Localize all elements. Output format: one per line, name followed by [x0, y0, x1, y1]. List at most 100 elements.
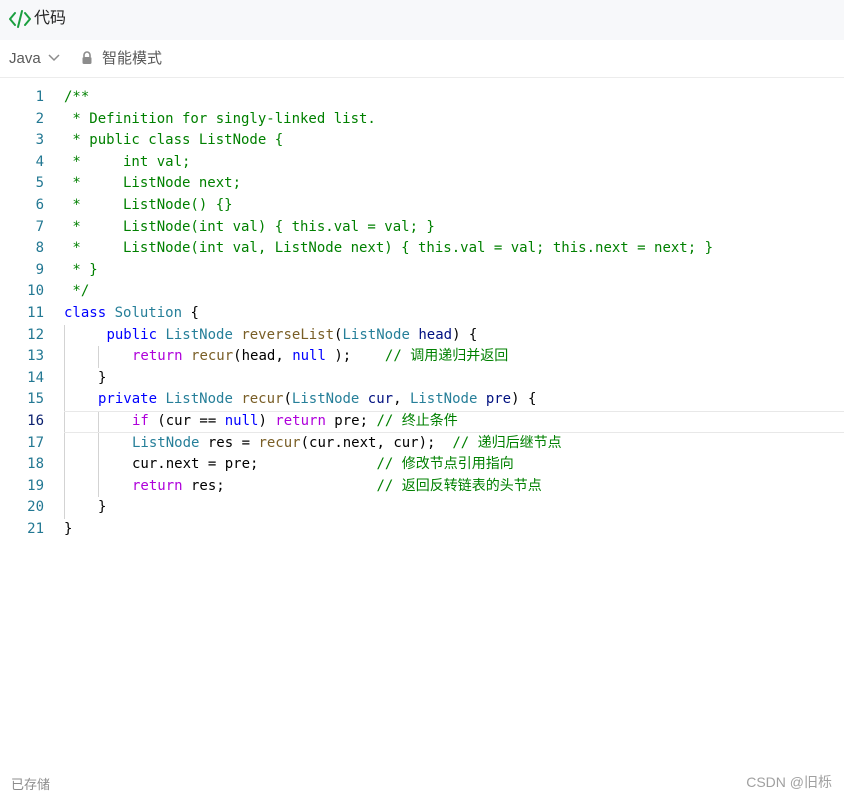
indent-guide: [98, 454, 99, 476]
line-number: 8: [35, 240, 44, 257]
code-text: class Solution {: [64, 303, 199, 325]
code-text: return recur(head, null ); // 调用递归并返回: [132, 346, 508, 368]
code-token: * ListNode next;: [64, 175, 242, 192]
indent-guide: [98, 346, 99, 368]
code-token: class: [64, 304, 107, 321]
code-token: (cur.next, cur);: [300, 434, 453, 451]
code-text: * ListNode(int val) { this.val = val; }: [64, 217, 434, 239]
code-line[interactable]: 5 * ListNode next;: [0, 173, 844, 195]
indent-guide: [64, 454, 65, 476]
code-line[interactable]: 20}: [0, 497, 844, 519]
code-line[interactable]: 19 return res; // 返回反转链表的头节点: [0, 475, 844, 498]
code-token: ,: [393, 391, 410, 408]
code-token: null: [224, 412, 259, 429]
code-token: ListNode: [132, 434, 200, 451]
code-token: ListNode: [409, 391, 478, 408]
code-text: * public class ListNode {: [64, 130, 283, 152]
line-number: 15: [27, 391, 44, 408]
line-number: 7: [35, 218, 44, 235]
indent-guide: [98, 410, 99, 433]
editor-toolbar: Java 智能模式: [0, 40, 844, 78]
indent-guide: [64, 432, 65, 455]
code-line[interactable]: 18 cur.next = pre; // 修改节点引用指向: [0, 454, 844, 476]
code-line[interactable]: 3 * public class ListNode {: [0, 130, 844, 152]
code-line[interactable]: 2 * Definition for singly-linked list.: [0, 109, 844, 131]
code-text: */: [64, 281, 89, 303]
code-line[interactable]: 10 */: [0, 281, 844, 303]
line-number: 12: [27, 326, 44, 343]
line-number: 19: [27, 477, 44, 494]
code-token: recur: [241, 391, 284, 408]
code-token: res;: [182, 477, 377, 494]
code-token: (cur ==: [148, 412, 225, 429]
line-number: 2: [35, 110, 44, 127]
indent-guide: [98, 432, 99, 455]
code-token: // 修改节点引用指向: [376, 456, 514, 473]
code-token: (head,: [233, 348, 293, 365]
indent-guide: [64, 410, 65, 433]
code-token: null: [292, 348, 326, 365]
code-token: // 终止条件: [376, 412, 458, 429]
code-line[interactable]: 9 * }: [0, 260, 844, 282]
code-text: ListNode res = recur(cur.next, cur); // …: [132, 433, 562, 455]
watermark: CSDN @旧栎: [746, 774, 832, 790]
lock-icon: [82, 51, 92, 64]
code-line[interactable]: 16 if (cur == null) return pre; // 终止条件: [0, 410, 844, 433]
chevron-down-icon[interactable]: [48, 53, 60, 63]
code-line[interactable]: 6 * ListNode() {}: [0, 195, 844, 217]
code-token: pre;: [325, 412, 377, 429]
code-line[interactable]: 8 * ListNode(int val, ListNode next) { t…: [0, 238, 844, 260]
line-number: 6: [35, 196, 44, 213]
line-number: 1: [35, 89, 44, 105]
code-line[interactable]: 11 class Solution {: [0, 303, 844, 325]
code-line[interactable]: 1 /**: [0, 87, 844, 109]
code-line[interactable]: 13 return recur(head, null ); // 调用递归并返回: [0, 346, 844, 368]
code-line[interactable]: 21}: [0, 519, 844, 541]
code-token: cur.next = pre;: [132, 456, 377, 473]
code-editor[interactable]: 1 /** 2 * Definition for singly-linked lis…: [0, 87, 844, 540]
code-token: ) {: [452, 326, 478, 343]
language-selector[interactable]: Java: [9, 49, 41, 69]
line-number: 5: [35, 175, 44, 192]
line-number: 17: [27, 434, 44, 451]
code-line[interactable]: 14}: [0, 367, 844, 390]
code-line[interactable]: 15 private ListNode recur(ListNode cur, L…: [0, 389, 844, 411]
indent-guide: [64, 324, 65, 347]
code-token: cur: [367, 391, 394, 408]
code-token: ListNode: [291, 391, 360, 408]
line-number: 14: [27, 369, 44, 386]
code-token: Solution: [114, 304, 183, 321]
code-icon: [9, 10, 31, 28]
smart-mode-toggle[interactable]: 智能模式: [102, 49, 162, 69]
code-token: );: [325, 348, 385, 365]
code-text: }: [98, 497, 106, 519]
code-text: return res; // 返回反转链表的头节点: [132, 476, 542, 498]
code-token: return: [132, 477, 183, 494]
code-token: ): [258, 412, 276, 429]
code-token: reverseList: [241, 326, 335, 343]
line-number: 4: [35, 153, 44, 170]
code-text: cur.next = pre; // 修改节点引用指向: [132, 454, 514, 476]
code-text: if (cur == null) return pre; // 终止条件: [132, 411, 458, 433]
code-token: * public class ListNode {: [64, 132, 284, 149]
code-token: * }: [64, 261, 98, 278]
line-number: 21: [27, 520, 44, 537]
code-line[interactable]: 4 * int val;: [0, 152, 844, 174]
code-token: if: [132, 412, 149, 429]
code-token: * ListNode() {}: [64, 196, 233, 213]
line-number: 3: [35, 132, 44, 149]
code-token: ListNode: [342, 326, 410, 343]
code-line[interactable]: 12 public ListNode reverseList(ListNode …: [0, 324, 844, 347]
line-number: 11: [27, 304, 44, 321]
panel-title: 代码: [34, 10, 67, 27]
code-token: ListNode: [165, 391, 233, 408]
indent-guide: [64, 475, 65, 498]
code-token: // 返回反转链表的头节点: [376, 477, 542, 494]
line-number: 20: [27, 499, 44, 516]
code-line[interactable]: 7 * ListNode(int val) { this.val = val; …: [0, 217, 844, 239]
code-line[interactable]: 17 ListNode res = recur(cur.next, cur); /…: [0, 432, 844, 455]
code-text: * }: [64, 260, 98, 282]
